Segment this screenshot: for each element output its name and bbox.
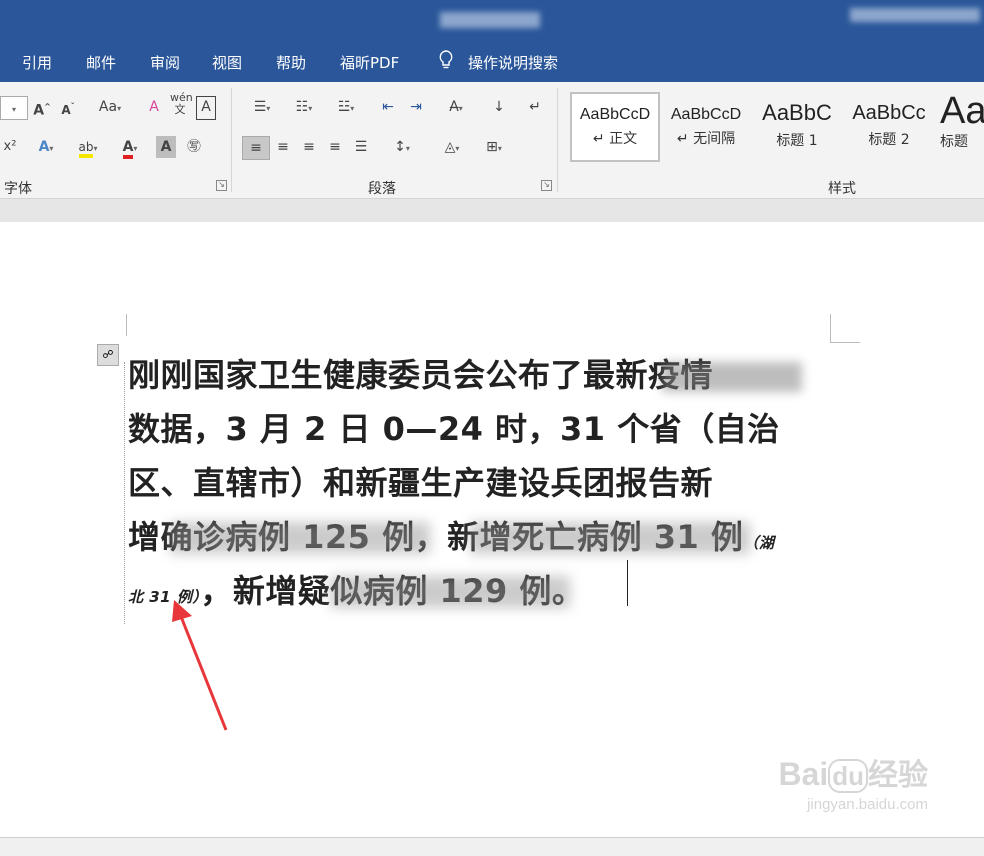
multilevel-list-icon[interactable]: ☳▾ <box>328 96 364 118</box>
style-heading-2-sample: AaBbCc <box>852 102 926 124</box>
phonetic-guide-icon[interactable]: wén 文 <box>170 92 193 116</box>
status-bar <box>0 837 984 856</box>
sort-icon[interactable]: ↓ <box>488 96 510 118</box>
style-heading-2[interactable]: AaBbCc 标题 2 <box>846 92 932 158</box>
blurred-text <box>170 522 430 554</box>
text-effects-icon[interactable]: A▾ <box>28 136 64 158</box>
grow-font-icon[interactable]: A^ <box>32 96 52 119</box>
style-no-spacing[interactable]: AaBbCcD ↵ 无间隔 <box>663 92 749 158</box>
style-no-spacing-sample: AaBbCcD <box>670 106 742 123</box>
crop-mark <box>830 314 831 342</box>
align-left-icon[interactable]: ≡ <box>242 136 270 160</box>
style-title-sample: Aa <box>940 92 984 132</box>
style-heading-1[interactable]: AaBbC 标题 1 <box>754 92 840 158</box>
align-right-icon[interactable]: ≡ <box>298 136 320 158</box>
tab-view[interactable]: 视图 <box>212 52 242 73</box>
character-border-icon[interactable]: A <box>196 96 216 120</box>
clear-formatting-icon[interactable]: A <box>144 96 164 118</box>
align-center-icon[interactable]: ≡ <box>272 136 294 158</box>
tab-help[interactable]: 帮助 <box>276 52 306 73</box>
shading-icon[interactable]: ◬▾ <box>434 136 470 158</box>
line-spacing-icon[interactable]: ↕▾ <box>384 136 420 158</box>
ribbon-tab-bar: 引用 邮件 审阅 视图 帮助 福昕PDF 操作说明搜索 <box>0 40 984 82</box>
style-title-label: 标题 <box>940 134 968 150</box>
paragraph-group-label: 段落 <box>368 181 396 197</box>
font-group-label: 字体 <box>4 181 32 197</box>
style-no-spacing-label: ↵ 无间隔 <box>676 131 736 147</box>
chinese-layout-icon[interactable]: A̶▾ <box>438 96 474 118</box>
watermark-brand: Bai <box>778 756 829 792</box>
lightbulb-icon <box>438 50 454 74</box>
font-dialog-launcher-icon[interactable]: ↘ <box>216 180 227 191</box>
text-cursor <box>627 560 628 606</box>
blurred-text <box>470 522 750 554</box>
distributed-icon[interactable]: ☰ <box>350 136 372 158</box>
increase-indent-icon[interactable]: ⇥ <box>404 96 428 118</box>
document-line: 数据，3 月 2 日 0—24 时，31 个省（自治 <box>128 410 780 448</box>
tab-mailings[interactable]: 邮件 <box>86 52 116 73</box>
blurred-title <box>440 12 540 28</box>
blurred-text <box>662 362 802 392</box>
justify-icon[interactable]: ≡ <box>324 136 346 158</box>
superscript-icon[interactable]: x² <box>0 136 20 158</box>
bullets-icon[interactable]: ☰▾ <box>244 96 280 118</box>
styles-group-label: 样式 <box>828 181 856 197</box>
style-title[interactable]: Aa 标题 <box>940 92 984 158</box>
style-heading-1-sample: AaBbC <box>762 100 832 125</box>
ribbon: ▾ A^ Aˇ Aa▾ A wén 文 A x² A▾ ab▾ A▾ A ㊢ 字体… <box>0 82 984 199</box>
style-heading-2-label: 标题 2 <box>868 132 910 148</box>
enclose-characters-icon[interactable]: ㊢ <box>184 136 204 158</box>
document-line: 区、直辖市）和新疆生产建设兵团报告新 <box>128 464 714 502</box>
baidu-watermark: Bai du 经验 jingyan.baidu.com <box>778 750 928 813</box>
numbering-icon[interactable]: ☷▾ <box>286 96 322 118</box>
title-bar <box>0 0 984 40</box>
show-formatting-icon[interactable]: ↵ <box>524 96 546 118</box>
decrease-indent-icon[interactable]: ⇤ <box>376 96 400 118</box>
group-divider <box>231 88 232 192</box>
annotation-arrow <box>172 600 228 731</box>
watermark-url: jingyan.baidu.com <box>807 796 928 813</box>
paragraph-dialog-launcher-icon[interactable]: ↘ <box>541 180 552 191</box>
anchor-icon[interactable]: ☍ <box>97 344 119 366</box>
crop-mark <box>126 314 127 336</box>
font-size-dropdown[interactable]: ▾ <box>0 96 28 120</box>
tab-references[interactable]: 引用 <box>22 52 52 73</box>
tab-review[interactable]: 审阅 <box>150 52 180 73</box>
shrink-font-icon[interactable]: Aˇ <box>58 96 78 118</box>
blurred-account <box>850 8 980 22</box>
style-normal-label: ↵ 正文 <box>592 131 638 147</box>
blurred-text <box>330 576 570 608</box>
crop-mark <box>830 342 860 343</box>
document-page[interactable]: ☍ 刚刚国家卫生健康委员会公布了最新疫情 数据，3 月 2 日 0—24 时，3… <box>0 222 984 837</box>
highlight-color-icon[interactable]: ab▾ <box>70 136 106 158</box>
group-divider <box>557 88 558 192</box>
character-shading-icon[interactable]: A <box>156 136 176 158</box>
change-case-icon[interactable]: Aa▾ <box>92 96 128 118</box>
font-color-icon[interactable]: A▾ <box>112 136 148 159</box>
document-line: 刚刚国家卫生健康委员会公布了最新疫情 <box>128 356 714 394</box>
style-normal[interactable]: AaBbCcD ↵ 正文 <box>570 92 660 162</box>
margin-guide <box>124 362 125 624</box>
watermark-paw: du <box>828 759 868 793</box>
watermark-product: 经验 <box>868 759 928 792</box>
borders-icon[interactable]: ⊞▾ <box>476 136 512 158</box>
style-normal-sample: AaBbCcD <box>579 106 651 123</box>
style-heading-1-label: 标题 1 <box>776 133 818 149</box>
tab-foxit-pdf[interactable]: 福昕PDF <box>340 52 399 73</box>
tell-me-search[interactable]: 操作说明搜索 <box>468 52 558 73</box>
